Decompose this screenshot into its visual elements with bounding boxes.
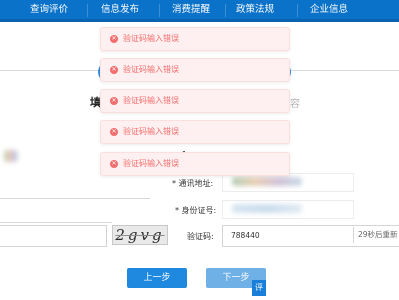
error-toast: ✕ 验证码输入错误 bbox=[100, 120, 290, 144]
address-label: * 通讯地址: bbox=[172, 179, 214, 188]
id-number-label: * 身份证号: bbox=[175, 206, 217, 215]
error-toast-message: 验证码输入错误 bbox=[123, 127, 179, 136]
error-icon: ✕ bbox=[110, 66, 118, 74]
error-icon: ✕ bbox=[110, 35, 118, 43]
error-toast: ✕ 验证码输入错误 bbox=[100, 89, 290, 113]
error-toast: ✕ 验证码输入错误 bbox=[100, 27, 290, 51]
nav-item-query-evaluation[interactable]: 查询评价 bbox=[30, 0, 68, 20]
resend-countdown: 29秒后重新 bbox=[353, 227, 399, 243]
error-toast: ✕ 验证码输入错误 bbox=[100, 58, 290, 82]
feedback-float-button[interactable]: 评 bbox=[252, 280, 266, 296]
error-icon: ✕ bbox=[110, 97, 118, 105]
captcha-input-value: 788440 bbox=[231, 231, 260, 240]
nav-separator bbox=[225, 4, 226, 17]
captcha-image[interactable]: 2gvg bbox=[112, 225, 168, 245]
error-toast-message: 验证码输入错误 bbox=[123, 65, 179, 74]
nav-separator bbox=[87, 4, 88, 17]
captcha-label: 验证码: bbox=[187, 232, 214, 241]
previous-field-input[interactable] bbox=[0, 225, 107, 247]
divider bbox=[0, 198, 150, 199]
nav-item-company-info[interactable]: 企业信息 bbox=[310, 0, 348, 20]
blurred-content bbox=[4, 150, 18, 162]
top-nav-bar: 查询评价 信息发布 消费提醒 政策法规 企业信息 bbox=[0, 0, 399, 22]
error-toast-message: 验证码输入错误 bbox=[123, 34, 179, 43]
blurred-id-number bbox=[232, 204, 302, 213]
nav-item-info-release[interactable]: 信息发布 bbox=[101, 0, 139, 20]
error-icon: ✕ bbox=[110, 160, 118, 168]
divider bbox=[0, 222, 112, 223]
nav-separator bbox=[159, 4, 160, 17]
blurred-address bbox=[232, 177, 302, 186]
section-heading-faint: 容 bbox=[290, 99, 300, 110]
previous-step-button[interactable]: 上一步 bbox=[127, 268, 187, 288]
nav-separator bbox=[297, 4, 298, 17]
nav-item-policies[interactable]: 政策法规 bbox=[236, 0, 274, 20]
error-toast-message: 验证码输入错误 bbox=[123, 159, 179, 168]
error-toast-message: 验证码输入错误 bbox=[123, 96, 179, 105]
error-icon: ✕ bbox=[110, 128, 118, 136]
error-toast: ✕ 验证码输入错误 bbox=[100, 152, 290, 176]
nav-item-consumer-alerts[interactable]: 消费提醒 bbox=[172, 0, 210, 20]
